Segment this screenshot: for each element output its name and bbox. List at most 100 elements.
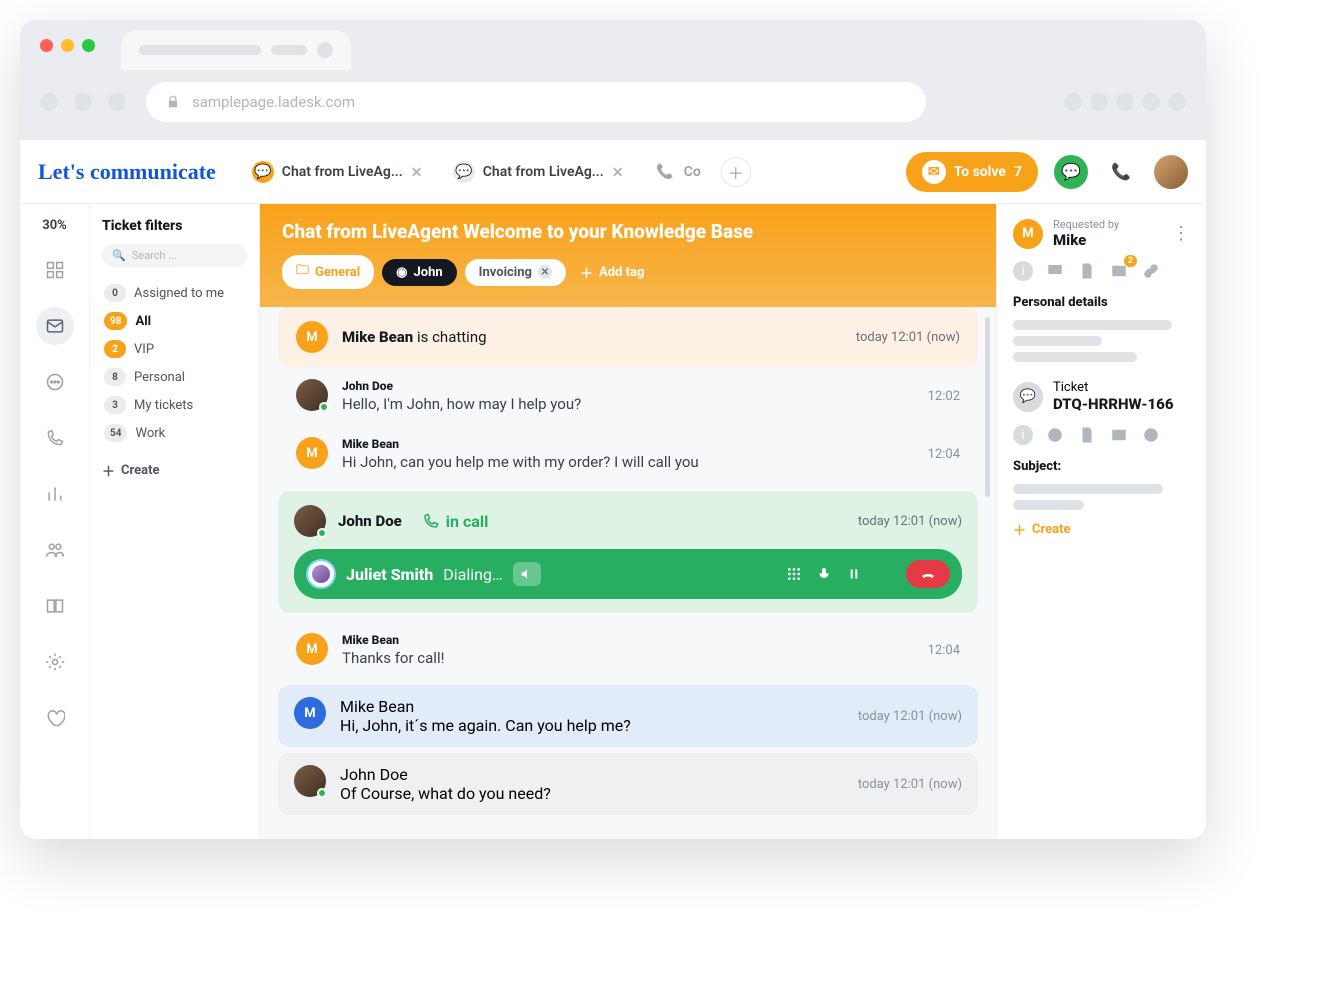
more-icon[interactable]: ⋮: [1172, 223, 1190, 244]
close-icon[interactable]: ✕: [411, 165, 425, 179]
new-tab-button[interactable]: ＋: [721, 157, 751, 187]
hangup-button[interactable]: [906, 560, 950, 588]
filter-count: 98: [104, 312, 127, 330]
window-min-dot[interactable]: [61, 39, 74, 52]
sender-name: Mike Bean: [342, 437, 914, 451]
scrollbar[interactable]: [985, 317, 990, 497]
to-solve-button[interactable]: ✉ To solve 7: [906, 152, 1038, 192]
filter-item[interactable]: 8Personal: [102, 363, 247, 391]
ext-3[interactable]: [1116, 93, 1134, 111]
tab-chat-2[interactable]: 💬 Chat from LiveAg... ✕: [441, 155, 638, 189]
nav-settings[interactable]: [36, 643, 74, 681]
topbar: Let's communicate 💬 Chat from LiveAg... …: [20, 140, 1206, 204]
filter-item[interactable]: 98All: [102, 307, 247, 335]
to-solve-count: 7: [1014, 164, 1022, 180]
file-icon[interactable]: [1077, 261, 1097, 281]
subject-heading: Subject:: [1013, 459, 1190, 474]
expand-icon[interactable]: [876, 566, 892, 582]
clock-icon[interactable]: [1141, 425, 1161, 445]
filter-label: Work: [135, 426, 165, 441]
pause-icon[interactable]: [846, 566, 862, 582]
nav-dashboard[interactable]: [36, 251, 74, 289]
ticket-label: Ticket: [1053, 380, 1173, 395]
search-icon: 🔍: [112, 249, 126, 262]
nav-rail: 30%: [20, 204, 90, 839]
chat-icon: 💬: [252, 161, 274, 183]
lock-icon: [166, 95, 180, 109]
avatar: M: [296, 633, 328, 665]
nav-customers[interactable]: [36, 531, 74, 569]
info-icon[interactable]: i: [1013, 425, 1033, 445]
content: 30% Ticket filters 🔍 Search ... 0Assigne…: [20, 204, 1206, 839]
nav-tickets[interactable]: [36, 307, 74, 345]
main-panel: Chat from LiveAgent Welcome to your Know…: [260, 204, 996, 839]
mic-icon[interactable]: [816, 566, 832, 582]
filter-item[interactable]: 2VIP: [102, 335, 247, 363]
call-status-button[interactable]: 📞: [1104, 155, 1138, 189]
requester-row: M Requested by Mike ⋮: [1013, 218, 1190, 249]
message: MMike BeanHi John, can you help me with …: [278, 425, 978, 483]
message: MMike BeanThanks for call!12:04: [278, 621, 978, 679]
ext-5[interactable]: [1168, 93, 1186, 111]
tag-general[interactable]: 🗀General: [282, 255, 374, 289]
filter-item[interactable]: 54Work: [102, 419, 247, 447]
mail-icon[interactable]: 2: [1109, 261, 1129, 281]
add-tag-button[interactable]: ＋ Add tag: [580, 263, 644, 282]
tab-call[interactable]: 📞 Co: [642, 155, 713, 189]
nav-reload[interactable]: [108, 93, 126, 111]
sender-name: John Doe: [342, 379, 914, 393]
close-icon[interactable]: ✕: [538, 265, 552, 279]
filter-panel: Ticket filters 🔍 Search ... 0Assigned to…: [90, 204, 260, 839]
monitor-icon[interactable]: [1045, 261, 1065, 281]
details-panel: M Requested by Mike ⋮ i 2 Personal detai…: [996, 204, 1206, 839]
browser-tab[interactable]: [121, 30, 351, 70]
nav-favorites[interactable]: [36, 699, 74, 737]
url-text: samplepage.ladesk.com: [192, 93, 355, 111]
phone-icon: [422, 512, 440, 530]
file-icon[interactable]: [1077, 425, 1097, 445]
requester-name: Mike: [1053, 231, 1119, 249]
filter-item[interactable]: 3My tickets: [102, 391, 247, 419]
nav-back[interactable]: [40, 93, 58, 111]
globe-icon[interactable]: [1045, 425, 1065, 445]
chat-status-button[interactable]: 💬: [1054, 155, 1088, 189]
chat-header: Chat from LiveAgent Welcome to your Know…: [260, 204, 996, 307]
create-filter-button[interactable]: ＋ Create: [102, 461, 247, 480]
avatar: [306, 559, 336, 589]
close-icon[interactable]: ✕: [612, 165, 626, 179]
info-icon[interactable]: i: [1013, 261, 1033, 281]
user-avatar[interactable]: [1154, 155, 1188, 189]
tab-chat-1[interactable]: 💬 Chat from LiveAg... ✕: [240, 155, 437, 189]
message-time: 12:04: [928, 643, 960, 658]
url-input[interactable]: samplepage.ladesk.com: [146, 82, 926, 122]
window-max-dot[interactable]: [82, 39, 95, 52]
call-status: in call: [422, 512, 489, 531]
ext-1[interactable]: [1064, 93, 1082, 111]
ext-2[interactable]: [1090, 93, 1108, 111]
window-close-dot[interactable]: [40, 39, 53, 52]
tag-invoicing[interactable]: Invoicing✕: [465, 259, 566, 286]
tabset: 💬 Chat from LiveAg... ✕ 💬 Chat from Live…: [240, 155, 896, 189]
nav-knowledge[interactable]: [36, 587, 74, 625]
banner-text: Mike Bean is chatting: [342, 328, 487, 346]
nav-reports[interactable]: [36, 475, 74, 513]
dialing-status: Dialing…: [443, 565, 502, 584]
keypad-icon[interactable]: [786, 566, 802, 582]
nav-chats[interactable]: [36, 363, 74, 401]
mail-icon[interactable]: [1109, 425, 1129, 445]
tag-agent[interactable]: ◉John: [382, 259, 457, 286]
ext-4[interactable]: [1142, 93, 1160, 111]
nav-calls[interactable]: [36, 419, 74, 457]
link-icon[interactable]: [1141, 261, 1161, 281]
filter-item[interactable]: 0Assigned to me: [102, 279, 247, 307]
speaker-button[interactable]: [513, 562, 541, 586]
personal-details-heading: Personal details: [1013, 295, 1190, 310]
create-button[interactable]: ＋ Create: [1013, 520, 1190, 539]
thread[interactable]: M Mike Bean is chatting today 12:01 (now…: [260, 307, 996, 839]
filter-search[interactable]: 🔍 Search ...: [102, 244, 247, 267]
nav-fwd[interactable]: [74, 93, 92, 111]
chat-status-banner: M Mike Bean is chatting today 12:01 (now…: [278, 307, 978, 367]
message-text: Of Course, what do you need?: [340, 784, 844, 803]
urlbar-row: samplepage.ladesk.com: [20, 70, 1206, 140]
message-time: 12:02: [928, 389, 960, 404]
